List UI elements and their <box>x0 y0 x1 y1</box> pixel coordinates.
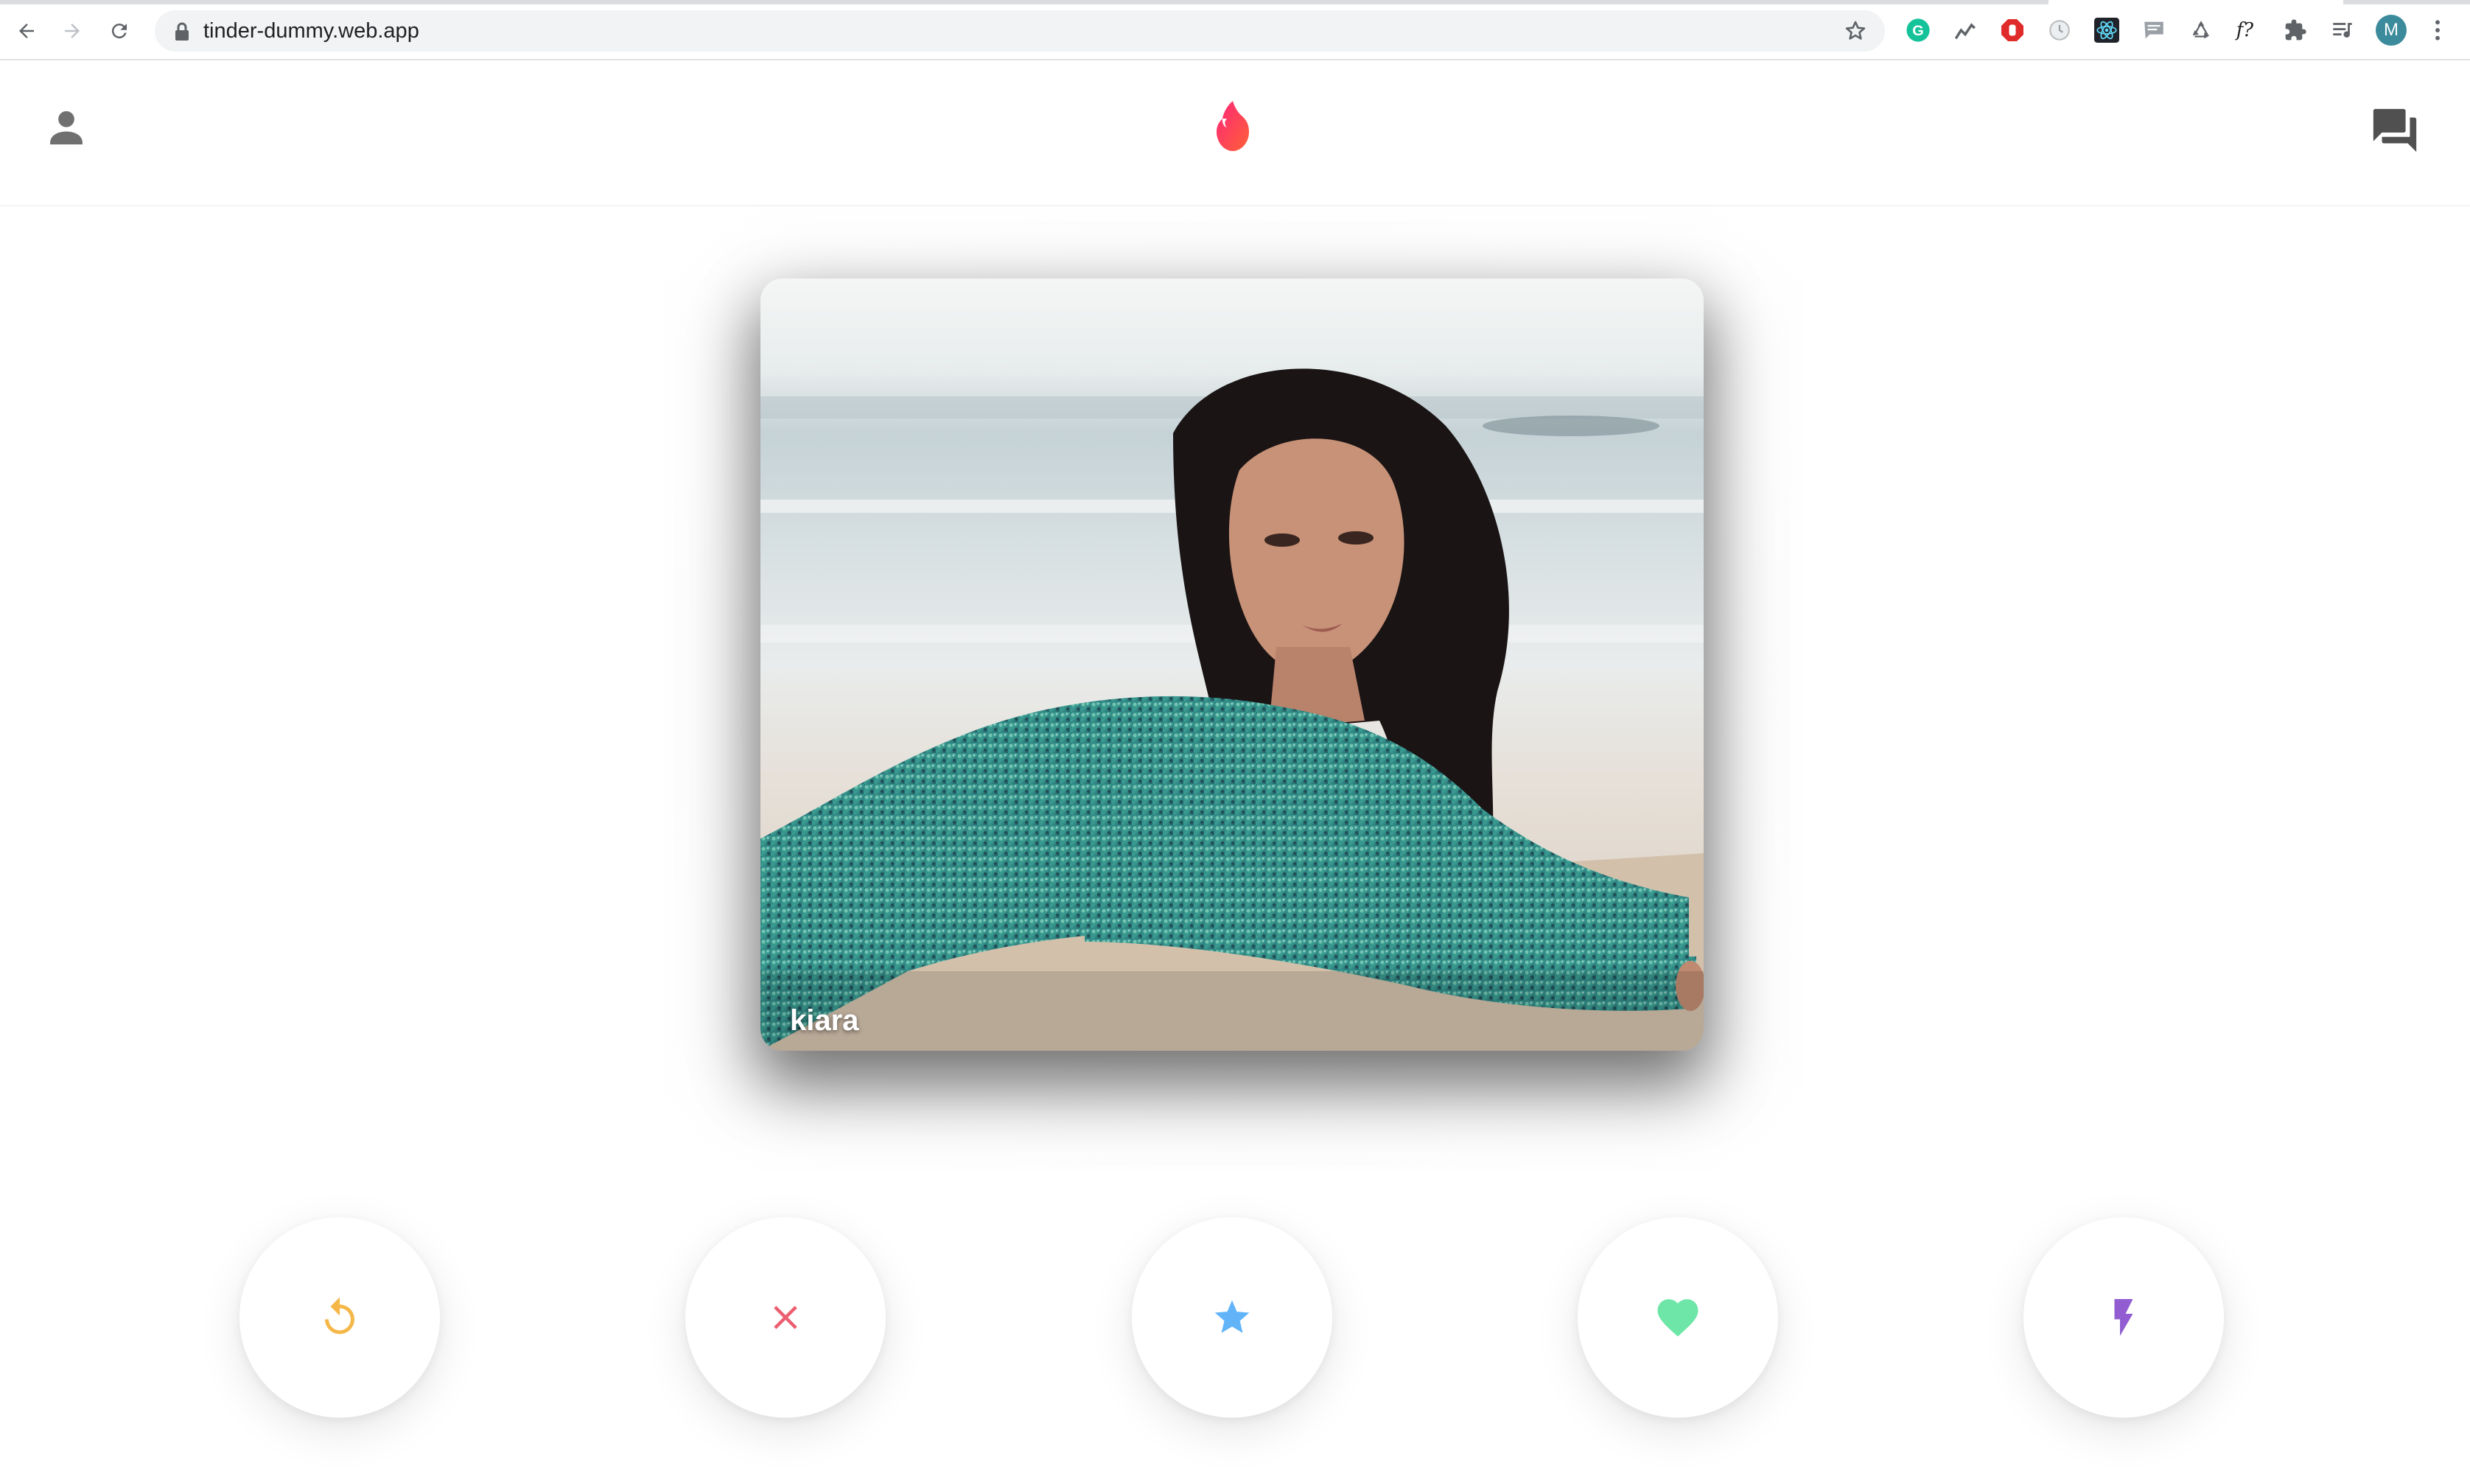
reload-button[interactable] <box>103 15 136 47</box>
puzzle-icon <box>2285 19 2306 41</box>
comment-icon <box>2144 21 2163 39</box>
profile-card[interactable]: kiara <box>760 279 1704 1051</box>
media-queue-icon <box>2333 23 2352 38</box>
address-bar[interactable]: tinder-dummy.web.app <box>155 10 1885 52</box>
star-icon <box>1214 1300 1250 1333</box>
forum-icon <box>2373 108 2417 153</box>
analytics-icon <box>1954 23 1976 40</box>
grammarly-extension[interactable]: G <box>1904 16 1932 44</box>
browser-menu-button[interactable] <box>2427 15 2448 46</box>
tab-strip <box>0 0 2049 4</box>
tab-strip-right <box>2343 0 2470 4</box>
media-queue-button[interactable] <box>2329 16 2357 44</box>
profile-button[interactable] <box>40 100 93 153</box>
like-button[interactable] <box>1578 1217 1778 1418</box>
recycle-extension[interactable] <box>2187 16 2215 44</box>
flame-icon <box>1217 101 1249 151</box>
extensions-button[interactable] <box>2281 16 2309 44</box>
messages-button[interactable] <box>2365 105 2424 156</box>
timer-extension[interactable] <box>2046 16 2074 44</box>
profile-name: kiara <box>790 1004 859 1037</box>
profile-photo <box>760 279 1704 1051</box>
grammarly-icon: G <box>1906 18 1930 42</box>
tinder-logo <box>1203 96 1263 156</box>
svg-text:G: G <box>1912 23 1923 39</box>
heart-icon <box>1657 1299 1698 1337</box>
browser-toolbar: tinder-dummy.web.app G f? M <box>0 0 2470 60</box>
profile-avatar[interactable]: M <box>2376 15 2407 46</box>
rewind-button[interactable] <box>239 1217 440 1418</box>
arrow-left-icon <box>19 24 34 38</box>
timer-icon <box>2049 20 2070 41</box>
more-vert-icon <box>2435 20 2440 41</box>
analytics-extension[interactable] <box>1951 16 1979 44</box>
forward-button[interactable] <box>56 15 88 47</box>
person-icon <box>50 111 83 145</box>
whatfont-extension[interactable]: f? <box>2234 16 2262 44</box>
adblock-extension[interactable] <box>1998 16 2026 44</box>
whatfont-icon: f? <box>2235 19 2254 41</box>
super-like-button[interactable] <box>1132 1217 1332 1418</box>
url-text: tinder-dummy.web.app <box>203 19 419 43</box>
react-devtools-icon <box>2094 18 2119 43</box>
replay-icon <box>325 1297 354 1334</box>
adblock-icon <box>2001 19 2023 41</box>
back-button[interactable] <box>10 15 43 47</box>
recycle-icon <box>2192 21 2210 39</box>
reload-icon <box>111 24 127 39</box>
comment-extension[interactable] <box>2140 16 2168 44</box>
nope-button[interactable] <box>685 1217 886 1418</box>
bookmark-button[interactable] <box>1841 16 1870 46</box>
svg-text:f?: f? <box>2235 19 2254 41</box>
star-outline-icon <box>1845 21 1866 40</box>
react-devtools-extension[interactable] <box>2093 16 2121 44</box>
lock-icon <box>175 22 189 41</box>
flash-icon <box>2114 1299 2133 1336</box>
boost-button[interactable] <box>2023 1217 2224 1418</box>
close-icon <box>774 1306 797 1329</box>
app-header <box>0 60 2470 206</box>
arrow-right-icon <box>65 24 80 38</box>
